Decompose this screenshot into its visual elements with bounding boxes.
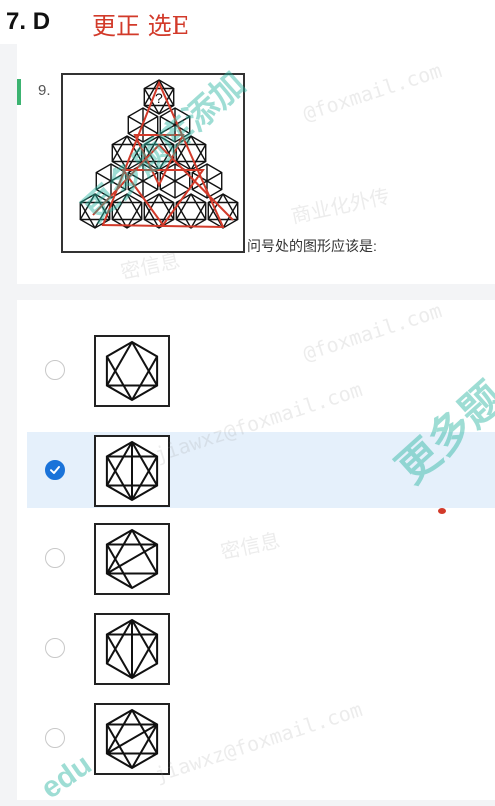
option-c-radio[interactable] — [45, 548, 65, 568]
hexagon-pyramid-figure: ? — [79, 79, 239, 229]
question-accent-bar — [17, 79, 21, 105]
options-card — [17, 300, 495, 800]
question-mark-text: ? — [155, 90, 163, 106]
option-d-hexagon-icon — [105, 618, 159, 680]
option-b-radio[interactable] — [45, 460, 65, 480]
option-c-figure[interactable] — [94, 523, 170, 595]
prev-question-number: 7. D — [6, 8, 51, 35]
option-b-figure[interactable] — [94, 435, 170, 507]
option-d-radio[interactable] — [45, 638, 65, 658]
option-a-hexagon-icon — [105, 340, 159, 402]
correction-note: 更正 选E — [92, 12, 190, 40]
option-d[interactable] — [27, 610, 495, 686]
question-text: 问号处的图形应该是: — [247, 238, 377, 254]
option-a[interactable] — [27, 332, 495, 408]
option-e[interactable] — [27, 700, 495, 776]
option-b[interactable] — [27, 432, 495, 508]
option-b-hexagon-icon — [105, 440, 159, 502]
question-card: 9. ? 问号处的图形应该是: — [17, 44, 495, 284]
option-a-figure[interactable] — [94, 335, 170, 407]
option-c[interactable] — [27, 520, 495, 596]
top-note: 7. D 更正 选E — [0, 0, 495, 44]
red-annotation-dot — [438, 508, 446, 514]
option-d-figure[interactable] — [94, 613, 170, 685]
check-icon — [50, 466, 60, 474]
option-e-radio[interactable] — [45, 728, 65, 748]
option-a-radio[interactable] — [45, 360, 65, 380]
question-figure: ? — [61, 73, 245, 253]
option-c-hexagon-icon — [105, 528, 159, 590]
question-number: 9. — [38, 82, 51, 99]
option-e-figure[interactable] — [94, 703, 170, 775]
option-e-hexagon-icon — [105, 708, 159, 770]
